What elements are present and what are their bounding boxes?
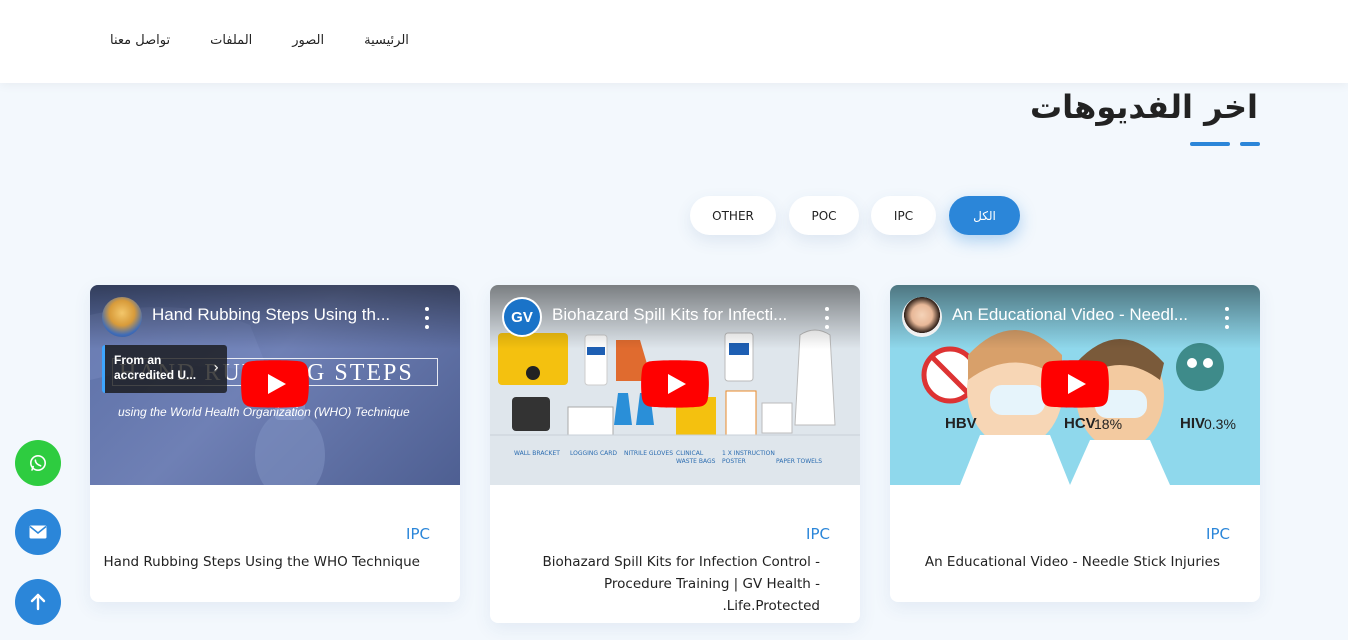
title-underline	[1190, 142, 1230, 146]
video-embed[interactable]: Hand Rubbing Steps Using th... HAND RUBB…	[90, 285, 460, 485]
more-options-icon[interactable]	[422, 307, 432, 329]
whatsapp-button[interactable]	[15, 440, 61, 486]
video-embed[interactable]: WALL BRACKET LOGGING CARD NITRILE GLOVES…	[490, 285, 860, 485]
whatsapp-icon	[30, 455, 46, 471]
nav-home-link[interactable]: الرئيسية	[364, 33, 409, 48]
nav-contact-link[interactable]: تواصل معنا	[110, 33, 170, 48]
video-card: WALL BRACKET LOGGING CARD NITRILE GLOVES…	[490, 285, 860, 623]
youtube-play-icon[interactable]	[1041, 360, 1109, 408]
scroll-top-button[interactable]	[15, 579, 61, 625]
channel-avatar[interactable]	[902, 297, 942, 337]
channel-initials: GV	[511, 308, 533, 326]
envelope-icon	[29, 525, 47, 539]
filter-other-button[interactable]: OTHER	[690, 196, 776, 235]
svg-text:PAPER TOWELS: PAPER TOWELS	[776, 458, 822, 465]
info-card-text: From an accredited U...	[114, 353, 197, 382]
video-title-link[interactable]: Biohazard Spill Kits for Infecti...	[552, 305, 812, 325]
filter-all-button[interactable]: الكل	[949, 196, 1020, 235]
card-category: IPC	[806, 525, 830, 543]
more-options-icon[interactable]	[1222, 307, 1232, 329]
section-title: اخر الفديوهات	[1029, 88, 1258, 126]
virus-label: HIV	[1180, 415, 1206, 432]
youtube-play-icon[interactable]	[241, 360, 309, 408]
info-card[interactable]: From an accredited U... ›	[102, 345, 227, 393]
svg-text:1 X INSTRUCTION: 1 X INSTRUCTION	[722, 450, 775, 457]
youtube-play-icon[interactable]	[641, 360, 709, 408]
card-title: Hand Rubbing Steps Using the WHO Techniq…	[103, 554, 420, 570]
svg-text:WASTE BAGS: WASTE BAGS	[676, 458, 716, 465]
svg-text:WALL BRACKET: WALL BRACKET	[514, 450, 560, 457]
nav-photos-link[interactable]: الصور	[292, 33, 324, 48]
more-options-icon[interactable]	[822, 307, 832, 329]
filter-poc-button[interactable]: POC	[789, 196, 859, 235]
svg-text:LOGGING CARD: LOGGING CARD	[570, 450, 617, 457]
card-title: Biohazard Spill Kits for Infection Contr…	[542, 554, 820, 614]
nav-files-link[interactable]: الملفات	[210, 33, 252, 48]
video-card: HBV HCV 18% HIV 0.3% An Educational Vide…	[890, 285, 1260, 602]
title-underline-short	[1240, 142, 1260, 146]
card-title: An Educational Video - Needle Stick Inju…	[924, 554, 1220, 570]
video-title-link[interactable]: An Educational Video - Needl...	[952, 305, 1212, 325]
navbar: تواصل معنا الملفات الصور الرئيسية	[0, 0, 1348, 83]
svg-text:CLINICAL: CLINICAL	[676, 450, 704, 457]
video-embed[interactable]: HBV HCV 18% HIV 0.3% An Educational Vide…	[890, 285, 1260, 485]
card-category: IPC	[406, 525, 430, 543]
virus-label: HCV	[1064, 415, 1096, 432]
chevron-right-icon: ›	[213, 360, 219, 376]
video-card: Hand Rubbing Steps Using th... HAND RUBB…	[90, 285, 460, 602]
svg-text:NITRILE GLOVES: NITRILE GLOVES	[624, 450, 673, 457]
channel-avatar[interactable]: GV	[502, 297, 542, 337]
video-title-link[interactable]: Hand Rubbing Steps Using th...	[152, 305, 412, 325]
svg-text:POSTER: POSTER	[722, 458, 746, 465]
filter-ipc-button[interactable]: IPC	[871, 196, 936, 235]
virus-pct: 0.3%	[1204, 416, 1236, 432]
card-category: IPC	[1206, 525, 1230, 543]
main-nav: تواصل معنا الملفات الصور الرئيسية	[110, 33, 449, 48]
virus-pct: 18%	[1094, 416, 1123, 432]
arrow-up-icon	[30, 593, 46, 611]
virus-label: HBV	[945, 415, 977, 432]
email-button[interactable]	[15, 509, 61, 555]
channel-avatar[interactable]	[102, 297, 142, 337]
